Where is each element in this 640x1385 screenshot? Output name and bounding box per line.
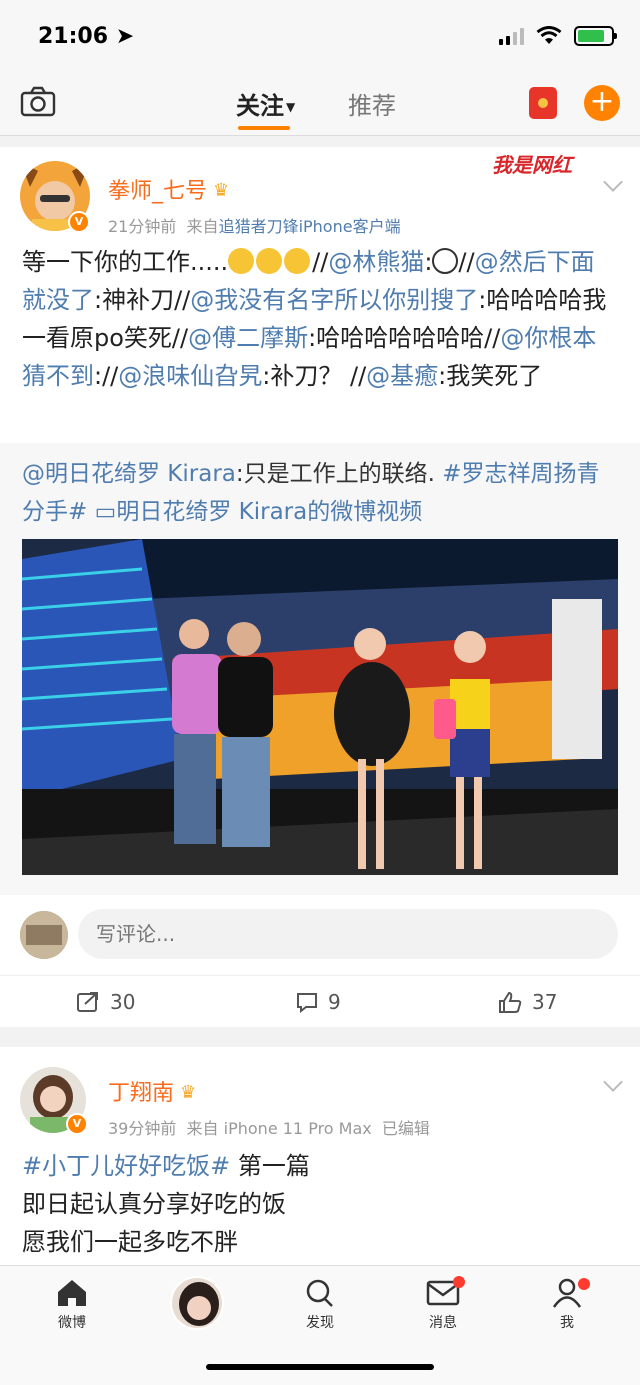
- mention-link[interactable]: @浪味仙旮旯: [118, 362, 262, 390]
- post-meta: 39分钟前 来自 iPhone 11 Pro Max 已编辑: [108, 1119, 430, 1138]
- status-time: 21:06 ➤: [38, 24, 135, 49]
- like-button[interactable]: 37: [498, 990, 557, 1014]
- red-packet-icon[interactable]: [529, 87, 557, 119]
- comment-input[interactable]: 写评论...: [78, 909, 618, 959]
- tab-discover[interactable]: 发现: [280, 1278, 360, 1332]
- tab-follow[interactable]: 关注 ▼: [236, 86, 295, 121]
- chevron-down-icon[interactable]: [603, 172, 623, 192]
- search-icon: [306, 1279, 333, 1307]
- video-thumbnail[interactable]: [22, 539, 618, 875]
- notification-dot: [578, 1278, 590, 1290]
- comment-icon: [297, 993, 317, 1013]
- camera-icon[interactable]: [20, 86, 56, 118]
- watermark-logo: 我是网红: [492, 153, 572, 177]
- chevron-down-icon[interactable]: [603, 1072, 623, 1092]
- repost-icon: [77, 992, 98, 1012]
- tab-me[interactable]: 我: [527, 1278, 607, 1332]
- my-avatar[interactable]: [20, 911, 68, 959]
- verified-badge-icon: V: [66, 1113, 88, 1135]
- add-icon[interactable]: +: [584, 85, 620, 121]
- post-action-bar: 30 9 37: [0, 975, 640, 1027]
- post-source-link[interactable]: 追猎者刀锋iPhone客户端: [219, 217, 401, 236]
- tab-messages[interactable]: 消息: [403, 1278, 483, 1332]
- vip-crown-icon: ♛: [213, 180, 230, 201]
- cellular-signal-icon: [499, 27, 524, 45]
- laugh-cry-emoji-icon: [228, 248, 255, 274]
- post-body: #小丁儿好好吃饭# 第一篇 即日起认真分享好吃的饭 愿我们一起多吃不胖: [22, 1152, 310, 1256]
- laugh-cry-emoji-icon: [284, 248, 311, 274]
- battery-icon: [574, 26, 617, 46]
- comment-button[interactable]: 9: [296, 990, 341, 1014]
- wifi-icon: [536, 26, 562, 44]
- profile-avatar-button[interactable]: [170, 1276, 224, 1330]
- mention-link[interactable]: @林熊猫: [328, 248, 424, 276]
- hashtag-link[interactable]: #小丁儿好好吃饭#: [22, 1152, 230, 1180]
- mention-link[interactable]: @我没有名字所以你别搜了: [190, 286, 478, 314]
- repost-text: @明日花绮罗 Kirara:只是工作上的联络. #罗志祥周扬青分手# ▭明日花绮…: [22, 461, 600, 525]
- post-username[interactable]: 拳师_七号 ♛: [108, 173, 229, 205]
- status-icons: [499, 26, 617, 46]
- mention-link[interactable]: @基癒: [366, 362, 438, 390]
- video-link-icon: ▭: [94, 499, 117, 525]
- post-username[interactable]: 丁翔南 ♛: [108, 1075, 196, 1107]
- mention-link[interactable]: @傅二摩斯: [188, 324, 308, 352]
- tab-home[interactable]: 微博: [32, 1278, 112, 1332]
- status-bar: 21:06 ➤: [0, 0, 640, 72]
- repost-button[interactable]: 30: [76, 990, 135, 1014]
- feed-card: V 丁翔南 ♛ 39分钟前 来自 iPhone 11 Pro Max 已编辑 #小…: [0, 1047, 640, 1267]
- notification-dot: [453, 1276, 465, 1288]
- home-icon: [58, 1280, 86, 1306]
- active-tab-indicator: [238, 126, 290, 130]
- vip-crown-icon: ♛: [180, 1082, 197, 1103]
- post-body: 等一下你的工作.....//@林熊猫://@然后下面就没了:神补刀//@我没有名…: [22, 248, 607, 390]
- verified-badge-icon: V: [68, 211, 90, 233]
- comment-row: 写评论...: [0, 907, 640, 975]
- laugh-cry-emoji-icon: [256, 248, 283, 274]
- panda-emoji-icon: [432, 248, 459, 274]
- feed-card: V 拳师_七号 ♛ 我是网红 21分钟前 来自追猎者刀锋iPhone客户端 等一下…: [0, 147, 640, 1027]
- tab-recommend[interactable]: 推荐: [348, 86, 396, 121]
- post-meta: 21分钟前 来自追猎者刀锋iPhone客户端: [108, 217, 401, 236]
- repost-block[interactable]: @明日花绮罗 Kirara:只是工作上的联络. #罗志祥周扬青分手# ▭明日花绮…: [0, 443, 640, 895]
- thumbs-up-icon: [499, 991, 522, 1013]
- video-link[interactable]: ▭明日花绮罗 Kirara的微博视频: [95, 499, 423, 525]
- top-nav: 关注 ▼ 推荐 +: [0, 72, 640, 136]
- caret-down-icon: ▼: [286, 100, 296, 114]
- home-indicator: [206, 1364, 434, 1370]
- repost-author-link[interactable]: @明日花绮罗 Kirara: [22, 461, 236, 487]
